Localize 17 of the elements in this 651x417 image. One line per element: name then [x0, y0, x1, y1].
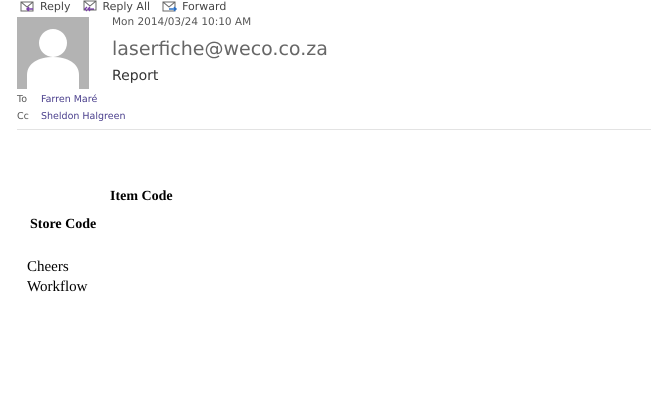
forward-button[interactable]: Forward	[162, 0, 226, 13]
closing-line: Workflow	[27, 279, 88, 295]
reply-button[interactable]: Reply	[20, 0, 70, 13]
reply-icon	[20, 0, 36, 13]
email-subject: Report	[112, 68, 160, 86]
closing-line: Cheers	[27, 259, 69, 275]
recipient-name[interactable]: Sheldon Halgreen	[41, 111, 651, 122]
column-heading: Store Code	[30, 217, 96, 232]
recipient-label: To	[17, 94, 28, 105]
sent-date: Mon 2014/03/24 10:10 AM	[112, 16, 252, 30]
reply-all-button[interactable]: Reply All	[82, 0, 150, 13]
recipient-name[interactable]: Farren Maré	[41, 94, 651, 105]
reply-all-icon	[82, 0, 98, 13]
column-heading: Item Code	[110, 189, 173, 204]
sender-address: laserfiche@weco.co.za	[112, 38, 329, 62]
recipient-label: Cc	[17, 111, 30, 122]
forward-icon	[162, 0, 178, 13]
